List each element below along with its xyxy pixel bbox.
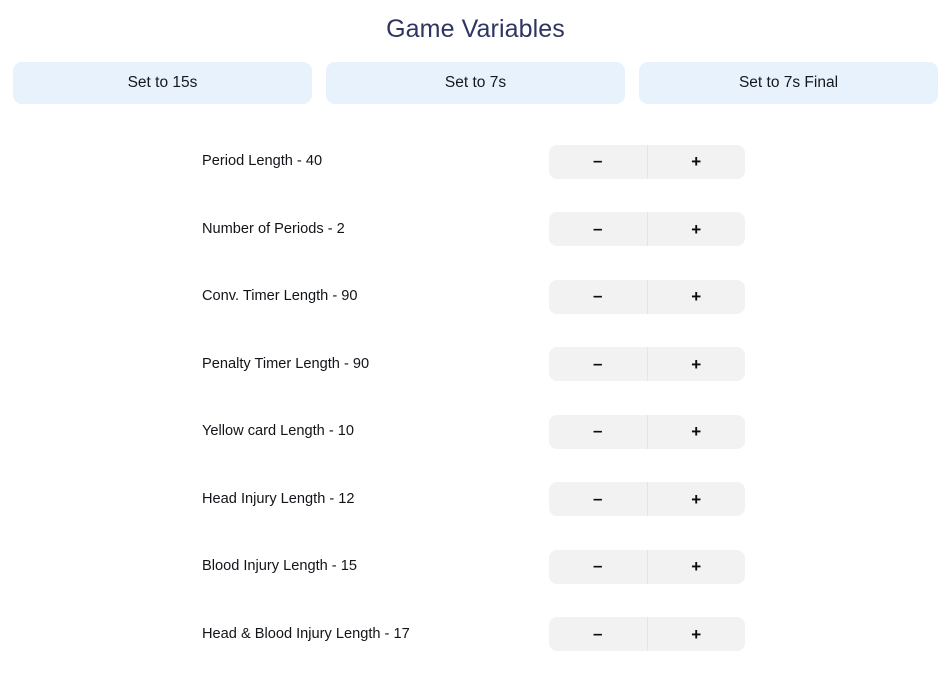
increment-button[interactable]: + <box>648 482 746 516</box>
preset-button-set-to-15s[interactable]: Set to 15s <box>13 62 312 104</box>
preset-button-set-to-7s-final[interactable]: Set to 7s Final <box>639 62 938 104</box>
stepper-yellow-card-length: – + <box>549 414 746 449</box>
variable-label: Head Injury Length - 12 <box>202 490 355 507</box>
variable-row-head-injury-length: Head Injury Length - 12 – + <box>0 466 951 534</box>
decrement-button[interactable]: – <box>549 415 647 449</box>
stepper-head-and-blood-injury-length: – + <box>549 617 746 652</box>
stepper-period-length: – + <box>549 144 746 179</box>
decrement-button[interactable]: – <box>549 212 647 246</box>
variable-label: Head & Blood Injury Length - 17 <box>202 625 410 642</box>
variable-label: Period Length - 40 <box>202 153 323 170</box>
variable-row-period-length: Period Length - 40 – + <box>0 128 951 196</box>
variable-row-blood-injury-length: Blood Injury Length - 15 – + <box>0 533 951 601</box>
page-title: Game Variables <box>386 15 565 43</box>
preset-button-set-to-7s[interactable]: Set to 7s <box>326 62 625 104</box>
variable-label: Blood Injury Length - 15 <box>202 558 357 575</box>
decrement-button[interactable]: – <box>549 482 647 516</box>
stepper-penalty-timer-length: – + <box>549 347 746 382</box>
increment-button[interactable]: + <box>648 550 746 584</box>
increment-button[interactable]: + <box>648 617 746 651</box>
increment-button[interactable]: + <box>648 415 746 449</box>
decrement-button[interactable]: – <box>549 145 647 179</box>
variable-label: Conv. Timer Length - 90 <box>202 288 358 305</box>
variable-row-conv-timer-length: Conv. Timer Length - 90 – + <box>0 263 951 331</box>
decrement-button[interactable]: – <box>549 550 647 584</box>
variables-list: Period Length - 40 – + Number of Periods… <box>0 128 951 668</box>
increment-button[interactable]: + <box>648 212 746 246</box>
increment-button[interactable]: + <box>648 280 746 314</box>
decrement-button[interactable]: – <box>549 280 647 314</box>
stepper-head-injury-length: – + <box>549 482 746 517</box>
decrement-button[interactable]: – <box>549 617 647 651</box>
stepper-conv-timer-length: – + <box>549 279 746 314</box>
increment-button[interactable]: + <box>648 145 746 179</box>
variable-row-penalty-timer-length: Penalty Timer Length - 90 – + <box>0 331 951 399</box>
variable-row-yellow-card-length: Yellow card Length - 10 – + <box>0 398 951 466</box>
variable-label: Number of Periods - 2 <box>202 220 345 237</box>
stepper-number-of-periods: – + <box>549 212 746 247</box>
preset-button-row: Set to 15s Set to 7s Set to 7s Final <box>0 45 951 104</box>
variable-label: Yellow card Length - 10 <box>202 423 354 440</box>
stepper-blood-injury-length: – + <box>549 549 746 584</box>
variable-row-head-and-blood-injury-length: Head & Blood Injury Length - 17 – + <box>0 601 951 669</box>
increment-button[interactable]: + <box>648 347 746 381</box>
decrement-button[interactable]: – <box>549 347 647 381</box>
variable-label: Penalty Timer Length - 90 <box>202 355 370 372</box>
variable-row-number-of-periods: Number of Periods - 2 – + <box>0 196 951 264</box>
game-variables-screen: Game Variables Set to 15s Set to 7s Set … <box>0 0 951 685</box>
